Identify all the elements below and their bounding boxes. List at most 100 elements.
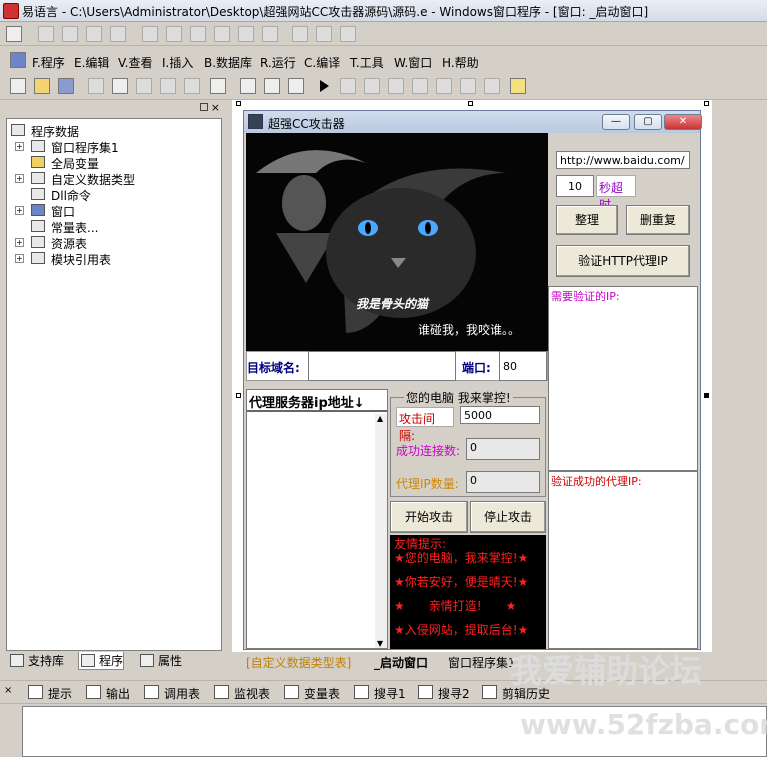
menu-insert[interactable]: I.插入 (162, 54, 193, 71)
timeout-label: 秒超时 (596, 175, 636, 212)
expand-icon[interactable]: + (15, 254, 24, 263)
tab-search2[interactable]: 搜寻2 (418, 685, 470, 702)
tab-program[interactable]: 程序 (78, 652, 125, 670)
expand-icon[interactable]: + (15, 174, 24, 183)
layout2-icon[interactable] (264, 78, 280, 94)
url-input[interactable]: http://www.baidu.com/ (556, 151, 690, 169)
group-label: 您的电脑 我来掌控! (404, 389, 513, 406)
save-icon[interactable] (58, 78, 74, 94)
form-layout-icon[interactable] (6, 26, 22, 42)
close-output-icon[interactable]: × (4, 685, 12, 696)
port-input[interactable]: 80 (499, 351, 547, 381)
library-icon (10, 654, 24, 667)
menu-program[interactable]: F.程序 (32, 54, 65, 71)
menu-help[interactable]: H.帮助 (442, 54, 479, 71)
new-file-icon[interactable] (10, 78, 26, 94)
dedupe-button[interactable]: 删重复 (626, 205, 690, 235)
open-folder-icon[interactable] (34, 78, 50, 94)
panel-close-icon[interactable]: × (211, 101, 220, 114)
tip-line: ★入侵网站，提取后台!★ (394, 623, 529, 637)
verify-proxy-button[interactable]: 验证HTTP代理IP (556, 245, 690, 277)
step-over-icon[interactable] (388, 78, 404, 94)
cut-icon[interactable] (88, 78, 104, 94)
menu-compile[interactable]: C.编译 (304, 54, 340, 71)
grid-icon[interactable] (316, 26, 332, 42)
proxy-list[interactable]: 代理服务器ip地址↓ ▲ ▼ (246, 389, 388, 649)
scroll-up-icon[interactable]: ▲ (377, 414, 383, 423)
expand-icon[interactable]: + (15, 206, 24, 215)
stop-icon[interactable] (340, 78, 356, 94)
panel-restore-icon[interactable] (200, 103, 208, 111)
menu-database[interactable]: B.数据库 (204, 54, 252, 71)
step-into-icon[interactable] (364, 78, 380, 94)
same-width-icon[interactable] (238, 26, 254, 42)
tab-custom-types[interactable]: [自定义数据类型表] (246, 654, 351, 671)
tab-variables[interactable]: 变量表 (284, 685, 340, 702)
menu-tools[interactable]: T.工具 (350, 54, 384, 71)
breakpoint-icon[interactable] (460, 78, 476, 94)
center-horizontal-icon[interactable] (142, 26, 158, 42)
tab-search1[interactable]: 搜寻1 (354, 685, 406, 702)
alignment-toolbar (0, 22, 767, 46)
menu-run[interactable]: R.运行 (260, 54, 296, 71)
expand-icon[interactable]: + (15, 238, 24, 247)
step-out-icon[interactable] (412, 78, 428, 94)
align-center-icon[interactable] (62, 26, 78, 42)
lock-icon[interactable] (340, 26, 356, 42)
tab-output[interactable]: 输出 (86, 685, 130, 702)
menu-window[interactable]: W.窗口 (394, 54, 432, 71)
space-vertical-icon[interactable] (214, 26, 230, 42)
cat-reaper-image (246, 133, 548, 351)
tab-window-assembly[interactable]: 窗口程序集1 (448, 654, 516, 671)
assembly-icon (31, 140, 45, 152)
menu-app-icon[interactable] (10, 52, 26, 68)
layout3-icon[interactable] (288, 78, 304, 94)
menu-edit[interactable]: E.编辑 (74, 54, 109, 71)
resize-handle[interactable] (236, 101, 241, 106)
center-vertical-icon[interactable] (166, 26, 182, 42)
tab-support-library[interactable]: 支持库 (8, 652, 64, 670)
expand-icon[interactable]: + (15, 142, 24, 151)
align-left-icon[interactable] (38, 26, 54, 42)
resources-icon (31, 236, 45, 248)
tab-call-stack[interactable]: 调用表 (144, 685, 200, 702)
close-button[interactable]: ✕ (664, 114, 702, 130)
stop-attack-button[interactable]: 停止攻击 (470, 501, 546, 533)
wizard-icon[interactable] (510, 78, 526, 94)
same-height-icon[interactable] (262, 26, 278, 42)
proxy-scrollbar[interactable]: ▲ ▼ (375, 414, 387, 648)
hand-icon[interactable] (484, 78, 500, 94)
redo-icon[interactable] (160, 78, 176, 94)
maximize-button[interactable]: ▢ (634, 114, 662, 130)
need-verify-list[interactable]: 需要验证的IP: (548, 286, 698, 471)
resize-handle[interactable] (468, 101, 473, 106)
undo-icon[interactable] (184, 78, 200, 94)
verified-proxy-list[interactable]: 验证成功的代理IP: (548, 471, 698, 649)
domain-input[interactable] (308, 351, 456, 381)
paste-icon[interactable] (136, 78, 152, 94)
space-horizontal-icon[interactable] (190, 26, 206, 42)
find-icon[interactable] (210, 78, 226, 94)
tab-startup-window[interactable]: _启动窗口 (374, 654, 428, 671)
timeout-input[interactable]: 10 (556, 175, 594, 197)
minimize-button[interactable]: — (602, 114, 630, 130)
resize-handle[interactable] (704, 393, 709, 398)
resize-handle[interactable] (236, 393, 241, 398)
interval-input[interactable]: 5000 (460, 406, 540, 424)
layout1-icon[interactable] (240, 78, 256, 94)
menu-view[interactable]: V.查看 (118, 54, 152, 71)
same-size-icon[interactable] (292, 26, 308, 42)
tab-properties[interactable]: 属性 (138, 652, 182, 670)
resize-handle[interactable] (704, 101, 709, 106)
copy-icon[interactable] (112, 78, 128, 94)
run-icon[interactable] (320, 80, 329, 92)
start-attack-button[interactable]: 开始攻击 (390, 501, 468, 533)
run-to-cursor-icon[interactable] (436, 78, 452, 94)
tab-hints[interactable]: 提示 (28, 685, 72, 702)
align-top-icon[interactable] (110, 26, 126, 42)
proxy-count-label: 代理IP数量: (396, 477, 459, 491)
tab-watch[interactable]: 监视表 (214, 685, 270, 702)
align-right-icon[interactable] (86, 26, 102, 42)
scroll-down-icon[interactable]: ▼ (377, 639, 383, 648)
sort-button[interactable]: 整理 (556, 205, 618, 235)
